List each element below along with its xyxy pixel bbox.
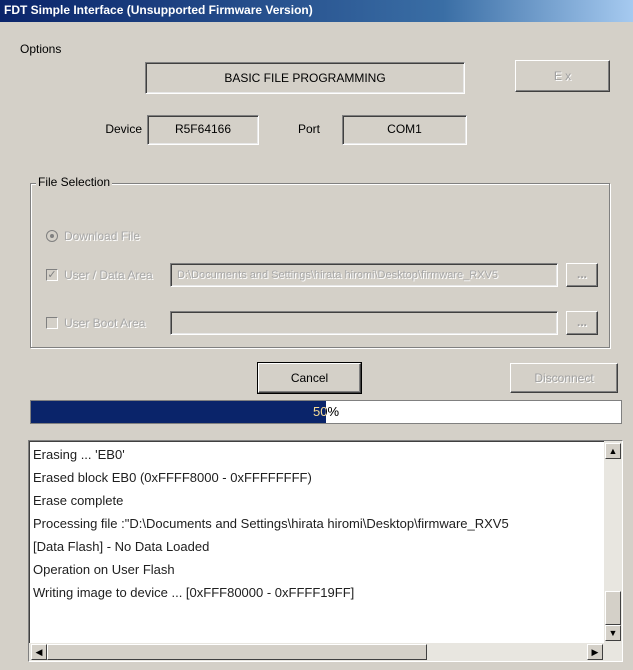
menu-options[interactable]: Options	[20, 42, 61, 56]
exit-button[interactable]: E x	[515, 60, 610, 92]
file-selection-legend: File Selection	[36, 175, 113, 189]
scroll-right-icon[interactable]: ▶	[587, 644, 603, 660]
window-title: FDT Simple Interface (Unsupported Firmwa…	[4, 3, 313, 17]
scroll-up-icon[interactable]: ▲	[605, 443, 621, 459]
disconnect-button[interactable]: Disconnect	[510, 363, 618, 393]
device-field: R5F64166	[147, 115, 259, 145]
window-title-bar[interactable]: FDT Simple Interface (Unsupported Firmwa…	[0, 0, 633, 22]
user-data-area-checkbox[interactable]: ✓	[46, 269, 58, 281]
log-line: Processing file :"D:\Documents and Setti…	[33, 516, 509, 531]
user-boot-area-path[interactable]	[170, 311, 558, 335]
log-line: Erased block EB0 (0xFFFF8000 - 0xFFFFFFF…	[33, 470, 312, 485]
log-line: Writing image to device ... [0xFFF80000 …	[33, 585, 355, 600]
log-line: Operation on User Flash	[33, 562, 175, 577]
user-boot-area-checkbox[interactable]	[46, 317, 58, 329]
scroll-left-icon[interactable]: ◀	[31, 644, 47, 660]
vertical-scroll-thumb[interactable]	[605, 591, 621, 625]
download-file-label: Download File	[64, 229, 141, 243]
scroll-down-icon[interactable]: ▼	[605, 625, 621, 641]
progress-percent: 50%	[312, 404, 340, 419]
browse-user-boot-button[interactable]: ...	[566, 311, 598, 335]
user-data-area-path[interactable]: D:\Documents and Settings\hirata hiromi\…	[170, 263, 558, 287]
user-data-area-label: User / Data Area	[64, 268, 153, 282]
browse-user-data-button[interactable]: ...	[566, 263, 598, 287]
cancel-button[interactable]: Cancel	[257, 362, 362, 394]
download-file-radio[interactable]	[46, 230, 58, 242]
port-field: COM1	[342, 115, 467, 145]
log-line: [Data Flash] - No Data Loaded	[33, 539, 210, 554]
user-boot-area-label: User Boot Area	[64, 316, 146, 330]
log-output[interactable]: Erasing ... 'EB0' Erased block EB0 (0xFF…	[28, 440, 623, 662]
log-line: Erase complete	[33, 493, 124, 508]
device-label: Device	[105, 122, 142, 136]
progress-bar: 50%	[30, 400, 622, 424]
horizontal-scroll-thumb[interactable]	[47, 644, 427, 660]
mode-display: BASIC FILE PROGRAMMING	[145, 62, 465, 94]
log-line: Erasing ... 'EB0'	[33, 447, 125, 462]
port-label: Port	[298, 122, 321, 136]
